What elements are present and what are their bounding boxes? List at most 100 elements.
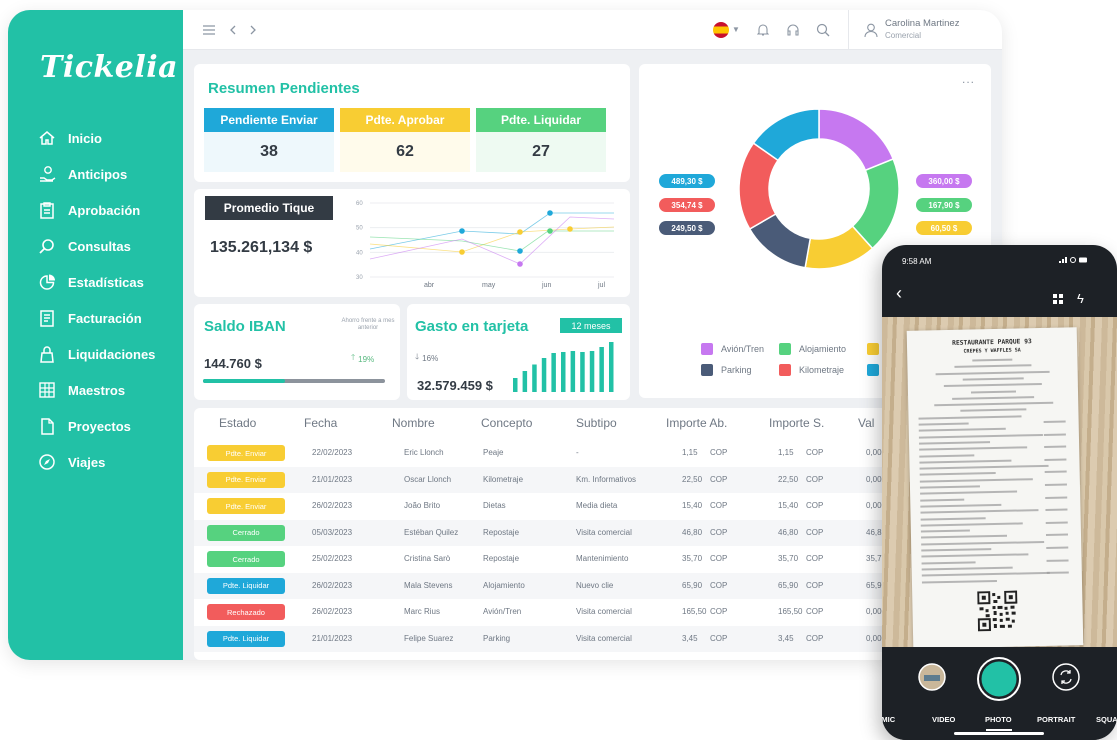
table-row[interactable]: Rechazado 26/02/2023 Marc Rius Avión/Tren Vi… xyxy=(194,599,1002,625)
table-row[interactable]: Pdte. Enviar 26/02/2023 João Brito Dietas Me… xyxy=(194,493,1002,519)
receipt-text-line xyxy=(970,390,1016,393)
camera-viewfinder: RESTAURANTE PARQUE 93 CREPES Y WAFFLES S… xyxy=(882,317,1117,649)
switch-camera-icon[interactable] xyxy=(1052,663,1080,691)
value-cell: 0,00 xyxy=(866,633,882,643)
legend-item[interactable]: Parking xyxy=(701,364,752,376)
donut-value-label: 489,30 $ xyxy=(659,174,715,188)
shutter-button[interactable] xyxy=(977,657,1021,701)
spain-flag-icon[interactable] xyxy=(713,22,729,38)
sidebar-item-inicio[interactable]: Inicio xyxy=(38,120,155,156)
sidebar-item-maestros[interactable]: Maestros xyxy=(38,372,155,408)
receipt-text-line xyxy=(920,522,1023,527)
camera-mode-portrait[interactable]: PORTRAIT xyxy=(1037,715,1075,724)
camera-mode-photo[interactable]: PHOTO xyxy=(985,715,1012,724)
bell-icon[interactable] xyxy=(753,20,773,40)
table-row[interactable]: Cerrado 25/02/2023 Cristina Sarò Repostaje M… xyxy=(194,546,1002,572)
pending-status-count: 62 xyxy=(340,132,470,172)
sidebar-item-aprobacion[interactable]: Aprobación xyxy=(38,192,155,228)
value-cell: 46,8 xyxy=(866,527,882,537)
receipt-text-line xyxy=(960,408,1027,413)
user-name[interactable]: Carolina Martinez xyxy=(885,18,959,29)
receipt-text-line xyxy=(918,415,1022,420)
amount-cell: 22,50 xyxy=(778,474,799,484)
column-header[interactable]: Concepto xyxy=(481,416,532,430)
legend-swatch xyxy=(867,343,879,355)
camera-mode-squa[interactable]: SQUA xyxy=(1096,715,1117,724)
amount-cell: 165,50 xyxy=(778,607,803,616)
camera-mode-video[interactable]: VIDEO xyxy=(932,715,955,724)
gallery-thumbnail[interactable] xyxy=(918,663,946,691)
column-header[interactable]: Subtipo xyxy=(576,416,617,430)
x-tick-label: may xyxy=(482,282,496,289)
column-header[interactable]: Fecha xyxy=(304,416,337,430)
receipt-photo: RESTAURANTE PARQUE 93 CREPES Y WAFFLES S… xyxy=(906,327,1084,649)
chevron-left-icon[interactable] xyxy=(223,20,243,40)
table-row[interactable]: Pdte. Enviar 21/01/2023 Oscar Llonch Kilome… xyxy=(194,466,1002,493)
sidebar-item-facturacion[interactable]: Facturación xyxy=(38,300,155,336)
data-point xyxy=(547,210,553,216)
receipt-text-line xyxy=(919,446,1028,451)
concept-cell: Dietas xyxy=(483,501,506,510)
value-cell: 65,9 xyxy=(866,580,882,590)
legend-item[interactable]: Kilometraje xyxy=(779,364,844,376)
subtype-cell: - xyxy=(576,448,579,457)
legend-item[interactable]: Alojamiento xyxy=(779,343,846,355)
active-mode-indicator xyxy=(986,729,1012,731)
grid-view-icon[interactable] xyxy=(1052,293,1064,305)
sidebar-item-proyectos[interactable]: Proyectos xyxy=(38,408,155,444)
donut-value-label: 354,74 $ xyxy=(659,198,715,212)
flash-icon[interactable]: ϟ xyxy=(1077,291,1084,306)
headset-icon[interactable] xyxy=(783,20,803,40)
sidebar-item-consultas[interactable]: Consultas xyxy=(38,228,155,264)
sidebar-item-estadisticas[interactable]: Estadísticas xyxy=(38,264,155,300)
sidebar-item-liquidaciones[interactable]: Liquidaciones xyxy=(38,336,155,372)
back-arrow-icon[interactable]: ‹ xyxy=(896,283,902,304)
date-cell: 25/02/2023 xyxy=(312,554,353,563)
camera-mode-amic[interactable]: AMIC xyxy=(882,715,895,724)
pending-status-label[interactable]: Pendiente Enviar xyxy=(204,108,334,132)
table-row[interactable]: Pdte. Enviar 22/02/2023 Eric Llonch Peaje - 1… xyxy=(194,440,1002,466)
currency-cell: COP xyxy=(806,527,824,537)
currency-cell: COP xyxy=(710,448,728,457)
pending-status-label[interactable]: Pdte. Liquidar xyxy=(476,108,606,132)
amount-cell: 65,90 xyxy=(682,580,703,590)
sidebar-item-anticipos[interactable]: Anticipos xyxy=(38,156,155,192)
receipt-text-line xyxy=(921,548,992,552)
phone-status-bar: 9:58 AM xyxy=(882,245,1117,279)
sidebar-item-viajes[interactable]: Viajes xyxy=(38,444,155,480)
table-row[interactable]: Pdte. Liquidar 26/02/2023 Mala Stevens Aloj… xyxy=(194,572,1002,599)
subtype-cell: Visita comercial xyxy=(576,527,632,537)
table-row[interactable]: Pdte. Liquidar 21/01/2023 Felipe Suarez Par… xyxy=(194,625,1002,652)
date-cell: 21/01/2023 xyxy=(312,633,353,643)
iban-balance-value: 144.760 $ xyxy=(204,356,262,371)
chevron-down-icon[interactable]: ▼ xyxy=(732,25,740,34)
amount-cell: 65,90 xyxy=(778,580,799,590)
column-header[interactable]: Estado xyxy=(219,416,256,430)
pending-summary-card: Resumen Pendientes Pendiente Enviar 38 Pdt… xyxy=(194,64,630,182)
donut-slice[interactable] xyxy=(818,108,895,172)
menu-icon[interactable] xyxy=(199,20,219,40)
table-row[interactable]: Cerrado 05/03/2023 Estéban Quilez Repostaje… xyxy=(194,519,1002,546)
column-header[interactable]: Val xyxy=(858,416,874,430)
column-header[interactable]: Nombre xyxy=(392,416,435,430)
legend-label: Parking xyxy=(721,365,752,375)
amount-cell: 3,45 xyxy=(682,633,698,643)
more-options-icon[interactable]: ... xyxy=(962,72,975,86)
y-tick-label: 40 xyxy=(356,250,363,256)
legend-item[interactable]: Avión/Tren xyxy=(701,343,764,355)
period-selector[interactable]: 12 meses xyxy=(560,318,622,333)
name-cell: Eric Llonch xyxy=(404,448,444,457)
y-tick-label: 60 xyxy=(356,201,363,207)
amount-cell: 22,50 xyxy=(682,474,703,484)
subtype-cell: Visita comercial xyxy=(576,633,632,643)
column-header[interactable]: Importe Ab. xyxy=(666,416,727,430)
amount-cell: 1,15 xyxy=(682,448,698,457)
x-tick-label: jun xyxy=(541,282,551,289)
pending-status-label[interactable]: Pdte. Aprobar xyxy=(340,108,470,132)
column-header[interactable]: Importe S. xyxy=(769,416,824,430)
card-spending-card: Gasto en tarjeta 12 meses 🡓 16% 32.579.4… xyxy=(407,304,630,400)
iban-balance-title: Saldo IBAN xyxy=(204,318,286,335)
chevron-right-icon[interactable] xyxy=(243,20,263,40)
search-icon[interactable] xyxy=(813,20,833,40)
avatar[interactable] xyxy=(861,20,881,40)
